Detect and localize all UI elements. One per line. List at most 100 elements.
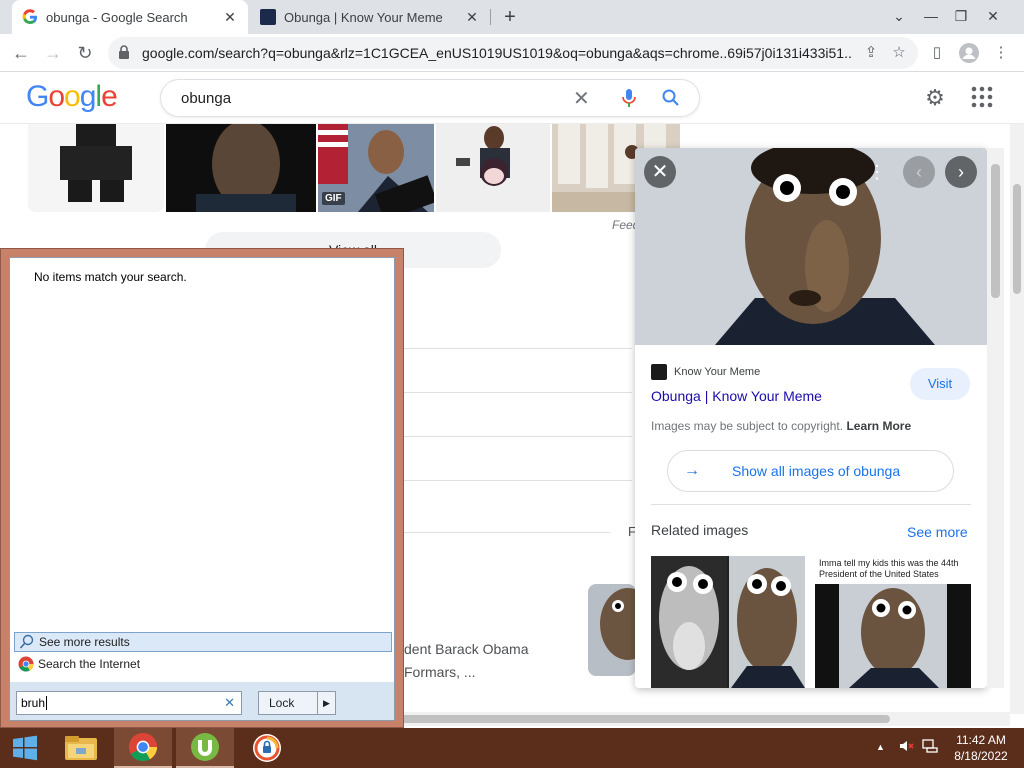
vpn-taskbar[interactable]	[238, 728, 296, 768]
start-search-value: bruh	[21, 696, 46, 710]
result-snippet-line: dent Barack Obama	[404, 641, 529, 657]
see-more-link[interactable]: See more	[907, 524, 968, 540]
browser-toolbar: ← → ↻ google.com/search?q=obunga&rlz=1C1…	[0, 34, 1024, 72]
image-result-roblox[interactable]	[28, 124, 164, 212]
show-all-label: Show all images of obunga	[732, 463, 901, 479]
google-g-icon	[22, 9, 38, 25]
preview-image[interactable]: ✕ ⋮ ‹ ›	[635, 148, 987, 345]
see-more-results[interactable]: See more results	[14, 632, 392, 652]
start-search-input[interactable]: bruh ✕	[16, 691, 242, 715]
related-image-1[interactable]	[651, 556, 805, 688]
result-thumbnail[interactable]	[588, 584, 636, 676]
scrollbar-thumb[interactable]	[1013, 184, 1021, 294]
tab-search-icon[interactable]: ⌄	[884, 2, 914, 30]
show-all-images-button[interactable]: → Show all images of obunga	[667, 450, 954, 492]
kym-icon	[260, 9, 276, 25]
search-query: obunga	[181, 90, 232, 107]
taskbar: ▲ 11:42 AM 8/18/2022	[0, 728, 1024, 768]
close-tab-icon[interactable]: ✕	[464, 9, 480, 26]
profile-avatar-icon[interactable]	[956, 40, 982, 66]
reload-button[interactable]: ↻	[72, 40, 98, 66]
close-window-button[interactable]: ✕	[978, 2, 1008, 30]
start-button[interactable]	[0, 728, 50, 768]
tab-strip: obunga - Google Search ✕ Obunga | Know Y…	[0, 0, 1024, 34]
source-name: Know Your Meme	[674, 366, 761, 378]
lock-icon	[119, 45, 129, 59]
folder-icon	[65, 736, 97, 760]
learn-more-link[interactable]: Learn More	[846, 419, 911, 433]
windows-logo-icon	[13, 735, 37, 761]
page-scrollbar[interactable]	[1010, 124, 1024, 714]
close-tab-icon[interactable]: ✕	[222, 9, 238, 26]
image-source[interactable]: Know Your Meme	[651, 364, 760, 380]
gif-badge: GIF	[322, 192, 345, 205]
chrome-icon	[18, 656, 34, 672]
google-logo[interactable]: Google	[26, 80, 118, 114]
share-icon[interactable]: ⇪	[860, 42, 882, 64]
kym-icon	[651, 364, 667, 380]
utorrent-icon	[191, 733, 219, 761]
divider	[400, 436, 632, 437]
minimize-button[interactable]: —	[916, 2, 946, 30]
image-preview-panel: ✕ ⋮ ‹ › Know Your Meme Obunga | Know You…	[635, 148, 987, 688]
clear-search-icon[interactable]: ✕	[224, 695, 235, 711]
panel-scrollbar[interactable]	[987, 148, 1004, 688]
vpn-shield-icon	[253, 734, 281, 762]
chrome-taskbar[interactable]	[114, 728, 172, 768]
image-title-link[interactable]: Obunga | Know Your Meme	[651, 388, 822, 404]
divider	[400, 532, 610, 533]
new-tab-button[interactable]: +	[498, 5, 522, 29]
search-icon	[19, 634, 34, 649]
file-explorer-taskbar[interactable]	[52, 728, 110, 768]
utorrent-taskbar[interactable]	[176, 728, 234, 768]
visit-button[interactable]: Visit	[910, 368, 970, 400]
power-options-arrow-icon[interactable]: ▶	[317, 692, 335, 714]
side-panel-icon[interactable]: ▯	[924, 40, 950, 66]
lock-label: Lock	[269, 696, 295, 710]
tab-know-your-meme[interactable]: Obunga | Know Your Meme ✕	[250, 0, 490, 34]
image-result-anime[interactable]	[436, 124, 550, 212]
search-internet-label: Search the Internet	[38, 657, 141, 671]
settings-gear-icon[interactable]: ⚙	[922, 85, 948, 111]
tab-title: obunga - Google Search	[46, 9, 188, 25]
image-result-obunga-dark[interactable]	[166, 124, 316, 212]
address-text: google.com/search?q=obunga&rlz=1C1GCEA_e…	[142, 45, 852, 61]
chrome-icon	[128, 732, 158, 762]
google-header: Google obunga ✕ ⚙	[0, 72, 1024, 124]
volume-muted-icon[interactable]	[898, 738, 914, 757]
scrollbar-thumb[interactable]	[991, 164, 1000, 298]
apps-grid-icon[interactable]	[970, 85, 994, 109]
restore-button[interactable]: ❐	[946, 2, 976, 30]
back-button[interactable]: ←	[8, 40, 34, 66]
forward-button[interactable]: →	[40, 40, 66, 66]
clear-icon[interactable]: ✕	[573, 86, 590, 111]
search-box[interactable]: obunga ✕	[160, 79, 700, 117]
close-panel-button[interactable]: ✕	[644, 156, 676, 188]
menu-icon[interactable]: ⋮	[988, 40, 1014, 66]
next-image-button[interactable]: ›	[945, 156, 977, 188]
clock-time: 11:42 AM	[956, 733, 1006, 747]
lock-button[interactable]: Lock ▶	[258, 691, 336, 715]
copyright-notice: Images may be subject to copyright. Lear…	[651, 419, 911, 433]
arrow-right-icon: →	[684, 462, 700, 479]
divider	[400, 480, 632, 481]
tab-title: Obunga | Know Your Meme	[284, 9, 443, 25]
divider	[400, 392, 632, 393]
clock-date: 8/18/2022	[954, 749, 1008, 763]
search-icon[interactable]	[661, 88, 681, 108]
start-menu-footer: bruh ✕ Lock ▶	[10, 682, 394, 720]
bookmark-star-icon[interactable]: ☆	[888, 42, 910, 64]
image-result-obama-gif[interactable]: GIF	[318, 124, 434, 212]
related-image-2[interactable]: Imma tell my kids this was the 44th Pres…	[815, 556, 971, 688]
system-clock[interactable]: 11:42 AM 8/18/2022	[936, 732, 1024, 764]
address-bar[interactable]: google.com/search?q=obunga&rlz=1C1GCEA_e…	[108, 37, 918, 69]
divider	[400, 348, 632, 349]
more-options-icon[interactable]: ⋮	[861, 156, 893, 188]
show-hidden-icons[interactable]: ▲	[876, 742, 885, 752]
tab-google-search[interactable]: obunga - Google Search ✕	[12, 0, 248, 34]
microphone-icon[interactable]	[621, 88, 637, 108]
start-menu-results: No items match your search. See more res…	[9, 257, 395, 721]
copyright-text: Images may be subject to copyright.	[651, 419, 844, 433]
search-the-internet[interactable]: Search the Internet	[14, 654, 392, 674]
previous-image-button[interactable]: ‹	[903, 156, 935, 188]
